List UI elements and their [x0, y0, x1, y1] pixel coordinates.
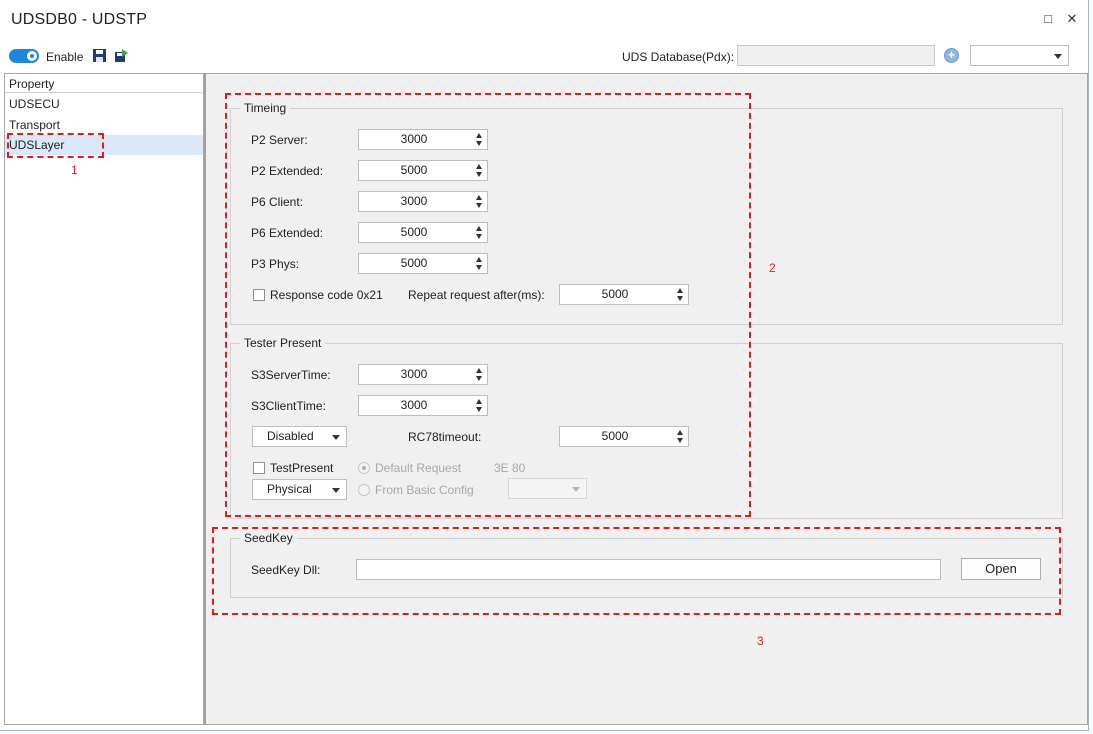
enable-toggle[interactable]	[9, 49, 39, 63]
pdx-label: UDS Database(Pdx):	[622, 50, 735, 64]
annotation-box-1	[7, 133, 104, 158]
close-icon[interactable]: ✕	[1063, 10, 1081, 28]
pdx-input[interactable]	[737, 45, 935, 66]
sidebar-item-udsecu[interactable]: UDSECU	[5, 94, 203, 114]
toggle-dot	[30, 54, 34, 58]
property-header: Property	[5, 74, 203, 93]
chevron-down-icon	[1054, 53, 1062, 59]
annotation-box-2	[225, 93, 751, 517]
app-window: UDSDB0 - UDSTP □ ✕ Enable UDS Database(P…	[0, 0, 1089, 731]
annotation-label-1: 1	[71, 163, 78, 177]
sidebar-item-transport[interactable]: Transport	[5, 115, 203, 135]
maximize-icon[interactable]: □	[1039, 10, 1057, 28]
add-circle-icon[interactable]: +	[944, 48, 959, 63]
property-panel: Property UDSECU Transport UDSLayer	[4, 73, 204, 725]
annotation-label-2: 2	[769, 261, 776, 275]
save-icon[interactable]	[92, 48, 107, 63]
annotation-box-3	[212, 527, 1061, 615]
database-select[interactable]	[970, 45, 1069, 66]
window-title: UDSDB0 - UDSTP	[11, 11, 148, 28]
export-icon[interactable]	[114, 48, 129, 63]
annotation-label-3: 3	[757, 634, 764, 648]
enable-label: Enable	[46, 50, 84, 64]
